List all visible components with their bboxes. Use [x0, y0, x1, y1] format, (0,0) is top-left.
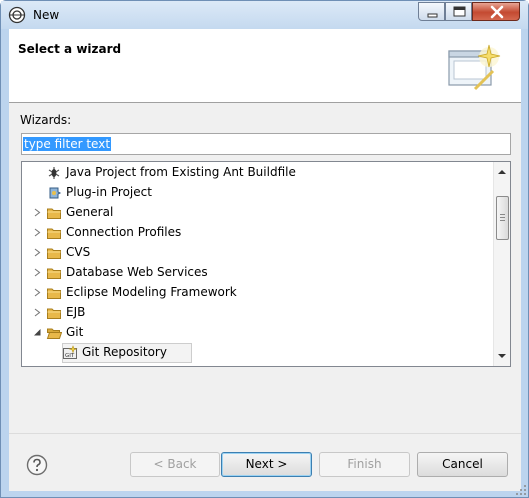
tree-item-git[interactable]: Git — [22, 323, 492, 343]
back-button[interactable]: < Back — [130, 452, 220, 477]
folder-icon — [47, 228, 61, 239]
plugin-icon — [49, 187, 62, 199]
expand-arrow-icon[interactable] — [33, 308, 42, 317]
tree-vertical-scrollbar[interactable] — [493, 162, 510, 366]
tree-item-ejb[interactable]: EJB — [22, 303, 492, 323]
new-wizard-banner-icon — [448, 44, 501, 91]
folder-icon — [47, 248, 61, 259]
close-button[interactable] — [472, 2, 520, 21]
dialog-body: Select a wizard Wizards: type filter tex… — [9, 29, 521, 491]
folder-icon — [47, 308, 61, 319]
scrollbar-thumb[interactable] — [496, 196, 509, 240]
page-title: Select a wizard — [18, 42, 122, 56]
title-bar[interactable]: New — [1, 1, 528, 29]
tree-item-label: EJB — [66, 305, 86, 319]
scroll-down-arrow-icon[interactable] — [497, 351, 507, 361]
tree-item-label: Plug-in Project — [66, 185, 152, 199]
tree-item-database-web-services[interactable]: Database Web Services — [22, 263, 492, 283]
tree-item-label: Java Project from Existing Ant Buildfile — [66, 165, 296, 179]
folder-icon — [47, 268, 61, 279]
tree-item-git-repository[interactable]: GIT Git Repository — [22, 343, 492, 363]
tree-item-java-project-from-existing-ant-buildfile[interactable]: Java Project from Existing Ant Buildfile — [22, 163, 492, 183]
minimize-button[interactable] — [418, 2, 445, 21]
expand-arrow-icon[interactable] — [33, 288, 42, 297]
new-wizard-dialog: New Select a wizard Wizards: type filter… — [0, 0, 529, 498]
tree-item-label: Git — [66, 325, 84, 339]
tree-item-label: Git Repository — [82, 345, 167, 359]
finish-button[interactable]: Finish — [319, 452, 410, 477]
tree-item-label: Connection Profiles — [66, 225, 182, 239]
collapse-arrow-icon[interactable] — [33, 328, 42, 337]
scroll-up-arrow-icon[interactable] — [497, 167, 507, 177]
window-title: New — [33, 8, 60, 22]
folder-icon — [47, 208, 61, 219]
wizards-label: Wizards: — [20, 113, 72, 127]
scrollbar-grip-line — [500, 214, 505, 215]
scrollbar-grip-line — [500, 220, 505, 221]
maximize-button[interactable] — [445, 2, 472, 21]
tree-item-eclipse-modeling-framework[interactable]: Eclipse Modeling Framework — [22, 283, 492, 303]
wizard-header: Select a wizard — [9, 29, 521, 103]
minimize-icon — [427, 13, 438, 18]
maximize-icon — [453, 6, 466, 17]
git-repository-icon: GIT — [63, 345, 78, 359]
expand-arrow-icon[interactable] — [33, 248, 42, 257]
help-icon[interactable] — [26, 454, 48, 476]
expand-arrow-icon[interactable] — [33, 228, 42, 237]
folder-open-icon — [46, 328, 62, 339]
filter-input[interactable]: type filter text — [21, 133, 511, 155]
expand-arrow-icon[interactable] — [33, 268, 42, 277]
next-button[interactable]: Next > — [221, 452, 312, 477]
tree-item-general[interactable]: General — [22, 203, 492, 223]
resize-grip-icon[interactable] — [515, 484, 527, 496]
filter-input-value: type filter text — [23, 137, 112, 151]
tree-item-label: Database Web Services — [66, 265, 208, 279]
tree-item-label: CVS — [66, 245, 91, 259]
ant-icon — [48, 167, 60, 179]
folder-icon — [47, 288, 61, 299]
tree-item-plug-in-project[interactable]: Plug-in Project — [22, 183, 492, 203]
tree-item-connection-profiles[interactable]: Connection Profiles — [22, 223, 492, 243]
footer-divider — [9, 433, 521, 434]
expand-arrow-icon[interactable] — [33, 208, 42, 217]
svg-text:GIT: GIT — [65, 353, 75, 359]
scrollbar-grip-line — [500, 217, 505, 218]
wizard-tree[interactable]: Java Project from Existing Ant Buildfile… — [21, 161, 511, 367]
tree-item-label: General — [66, 205, 114, 219]
eclipse-app-icon — [8, 6, 26, 24]
tree-item-label: Eclipse Modeling Framework — [66, 285, 237, 299]
tree-item-cvs[interactable]: CVS — [22, 243, 492, 263]
cancel-button[interactable]: Cancel — [417, 452, 508, 477]
close-icon — [490, 5, 504, 19]
